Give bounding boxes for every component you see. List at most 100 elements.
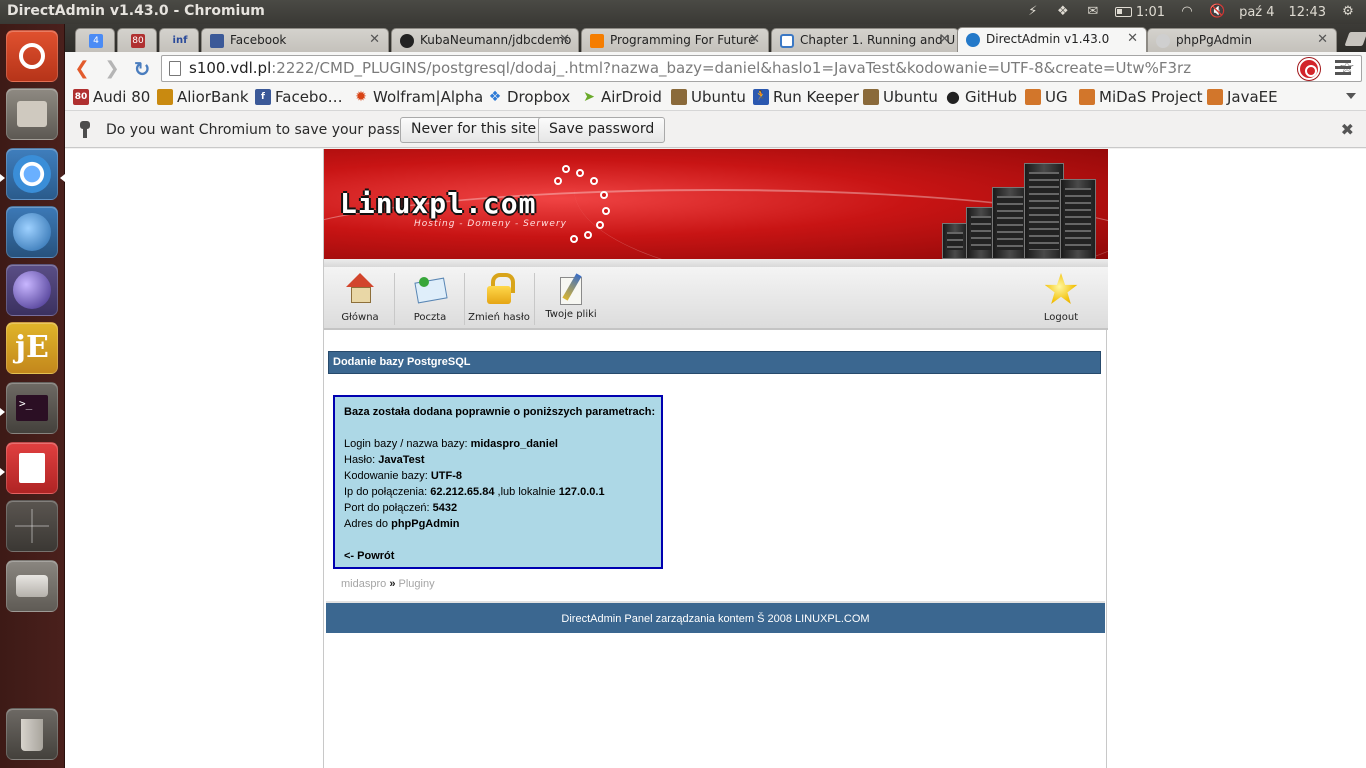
bookmarks-overflow-chevron-icon[interactable]	[1346, 93, 1356, 99]
bookmark-label: Run Keeper	[773, 88, 859, 106]
result-box: Baza została dodana poprawnie o poniższy…	[333, 395, 663, 569]
tab-pinned-1[interactable]: 4	[75, 28, 115, 52]
close-infobar-icon[interactable]: ✖	[1341, 120, 1354, 139]
tab-label: phpPgAdmin	[1176, 33, 1252, 47]
github-favicon-icon	[400, 34, 414, 48]
bookmark-label: MiDaS Project	[1099, 88, 1203, 106]
battery-time: 1:01	[1135, 4, 1166, 20]
jedit-icon[interactable]: jE	[6, 322, 58, 374]
blogger-favicon-icon	[590, 34, 604, 48]
menu-your-files[interactable]: Twoje pliki	[540, 267, 602, 329]
clock-time[interactable]: 12:43	[1289, 5, 1326, 20]
breadcrumb-plugins-link[interactable]: Pluginy	[399, 578, 435, 590]
bookmark-label: AirDroid	[601, 88, 662, 106]
tab-blogger[interactable]: Programming For Future ✕	[581, 28, 769, 52]
inf-favicon-icon: inf	[172, 35, 188, 46]
running-indicator	[0, 468, 5, 476]
bookmark-ubuntu-2[interactable]: Ubuntu	[863, 88, 938, 106]
tab-github[interactable]: KubaNeumann/jdbcdemo ✕	[391, 28, 579, 52]
bookmark-audi[interactable]: 80 Audi 80	[73, 88, 150, 106]
bookmark-wolframalpha[interactable]: ✹ Wolfram|Alpha	[353, 88, 483, 106]
bookmark-airdroid[interactable]: ➤ AirDroid	[581, 88, 662, 106]
elephant-favicon-icon	[1156, 34, 1170, 48]
bookmark-ubuntu-1[interactable]: Ubuntu	[671, 88, 746, 106]
bookmark-label: Ubuntu	[883, 88, 938, 106]
thunderbird-icon[interactable]	[6, 206, 58, 258]
clock-date[interactable]: paź 4	[1239, 5, 1274, 20]
back-link[interactable]: <- Powrót	[344, 550, 394, 562]
chrome-menu-icon[interactable]	[1335, 60, 1351, 76]
terminal-icon[interactable]: >_	[6, 382, 58, 434]
logout-button[interactable]: Logout	[1036, 267, 1086, 329]
tab-chapter[interactable]: Chapter 1. Running and U ✕	[771, 28, 959, 52]
reload-icon[interactable]: ↻	[131, 58, 153, 80]
bookmarks-bar: 80 Audi 80 AliorBank f Facebo… ✹ Wolfram…	[65, 85, 1366, 111]
eclipse-icon[interactable]	[6, 264, 58, 316]
document-viewer-icon[interactable]	[6, 442, 58, 494]
tab-pinned-3[interactable]: inf	[159, 28, 199, 52]
settings-gear-icon[interactable]: ⚙	[1340, 5, 1356, 19]
tab-close-icon[interactable]: ✕	[939, 32, 950, 47]
menu-change-password[interactable]: Zmień hasło	[468, 267, 530, 329]
tab-close-icon[interactable]: ✕	[1127, 31, 1138, 46]
audi-bookmark-icon: 80	[73, 89, 89, 105]
menu-label: Główna	[341, 312, 379, 323]
battery-icon	[1114, 7, 1132, 17]
bookmark-label: GitHub	[965, 88, 1017, 106]
drive-icon[interactable]	[6, 560, 58, 612]
forward-arrow-icon[interactable]: ❯	[101, 58, 123, 80]
runkeeper-bookmark-icon: 🏃	[753, 89, 769, 105]
adblock-stop-icon[interactable]	[1298, 58, 1320, 80]
back-arrow-icon[interactable]: ❮	[71, 58, 93, 80]
menu-home[interactable]: Główna	[334, 267, 386, 329]
workspace-switcher-icon[interactable]	[6, 500, 58, 552]
phppgadmin-link[interactable]: phpPgAdmin	[391, 518, 459, 530]
sound-muted-icon[interactable]: 🔇	[1209, 5, 1225, 19]
tab-pinned-2[interactable]: 80	[117, 28, 157, 52]
mail-icon	[414, 273, 446, 305]
menu-mail[interactable]: Poczta	[404, 267, 456, 329]
password-value: JavaTest	[378, 454, 425, 466]
chromium-icon[interactable]	[6, 148, 58, 200]
power-indicator-icon[interactable]: ⚡	[1025, 5, 1041, 19]
dropbox-bookmark-icon: ❖	[488, 89, 502, 105]
bookmark-aliorbank[interactable]: AliorBank	[157, 88, 249, 106]
bookmark-folder-ug[interactable]: UG	[1025, 88, 1068, 106]
bookmark-folder-javaee[interactable]: JavaEE	[1207, 88, 1278, 106]
bookmark-dropbox[interactable]: ❖ Dropbox	[487, 88, 570, 106]
mail-indicator-icon[interactable]: ✉	[1085, 5, 1101, 19]
folder-icon	[1207, 89, 1223, 105]
battery-indicator[interactable]: 1:01	[1114, 4, 1166, 20]
save-password-button[interactable]: Save password	[538, 117, 666, 143]
tab-close-icon[interactable]: ✕	[559, 32, 570, 47]
bookmark-label: Audi 80	[93, 88, 151, 106]
site-tagline: Hosting - Domeny - Serwery	[414, 219, 567, 229]
save-password-infobar: Do you want Chromium to save your passwo…	[65, 112, 1366, 148]
tab-close-icon[interactable]: ✕	[369, 32, 380, 47]
address-bar[interactable]: s100.vdl.pl:2222/CMD_PLUGINS/postgresql/…	[161, 55, 1362, 82]
tab-close-icon[interactable]: ✕	[1317, 32, 1328, 47]
ubuntu-dash-icon[interactable]	[6, 30, 58, 82]
logout-star-icon	[1044, 273, 1078, 304]
dropbox-indicator-icon[interactable]: ❖	[1055, 5, 1071, 19]
new-tab-button[interactable]	[1344, 32, 1366, 46]
never-for-this-site-button[interactable]: Never for this site	[400, 117, 548, 143]
bookmark-facebook[interactable]: f Facebo…	[255, 88, 343, 106]
menu-label: Twoje pliki	[545, 309, 597, 320]
tab-phppgadmin[interactable]: phpPgAdmin ✕	[1147, 28, 1337, 52]
files-icon[interactable]	[6, 88, 58, 140]
top-panel: DirectAdmin v1.43.0 - Chromium ⚡ ❖ ✉ 1:0…	[0, 0, 1366, 24]
bookmark-github[interactable]: ● GitHub	[945, 88, 1017, 106]
tab-directadmin[interactable]: DirectAdmin v1.43.0 ✕	[957, 27, 1147, 52]
tab-facebook[interactable]: Facebook ✕	[201, 28, 389, 52]
tab-close-icon[interactable]: ✕	[749, 32, 760, 47]
wifi-indicator-icon[interactable]: ◠	[1179, 5, 1195, 19]
breadcrumb-user-link[interactable]: midaspro	[341, 578, 386, 590]
bookmark-label: AliorBank	[177, 88, 249, 106]
trash-icon[interactable]	[6, 708, 58, 760]
bookmark-folder-midas[interactable]: MiDaS Project	[1079, 88, 1202, 106]
breadcrumb-separator: »	[389, 578, 396, 590]
directadmin-favicon-icon	[966, 33, 980, 47]
site-logo[interactable]: Linuxpl.com	[340, 187, 536, 220]
bookmark-runkeeper[interactable]: 🏃 Run Keeper	[753, 88, 859, 106]
